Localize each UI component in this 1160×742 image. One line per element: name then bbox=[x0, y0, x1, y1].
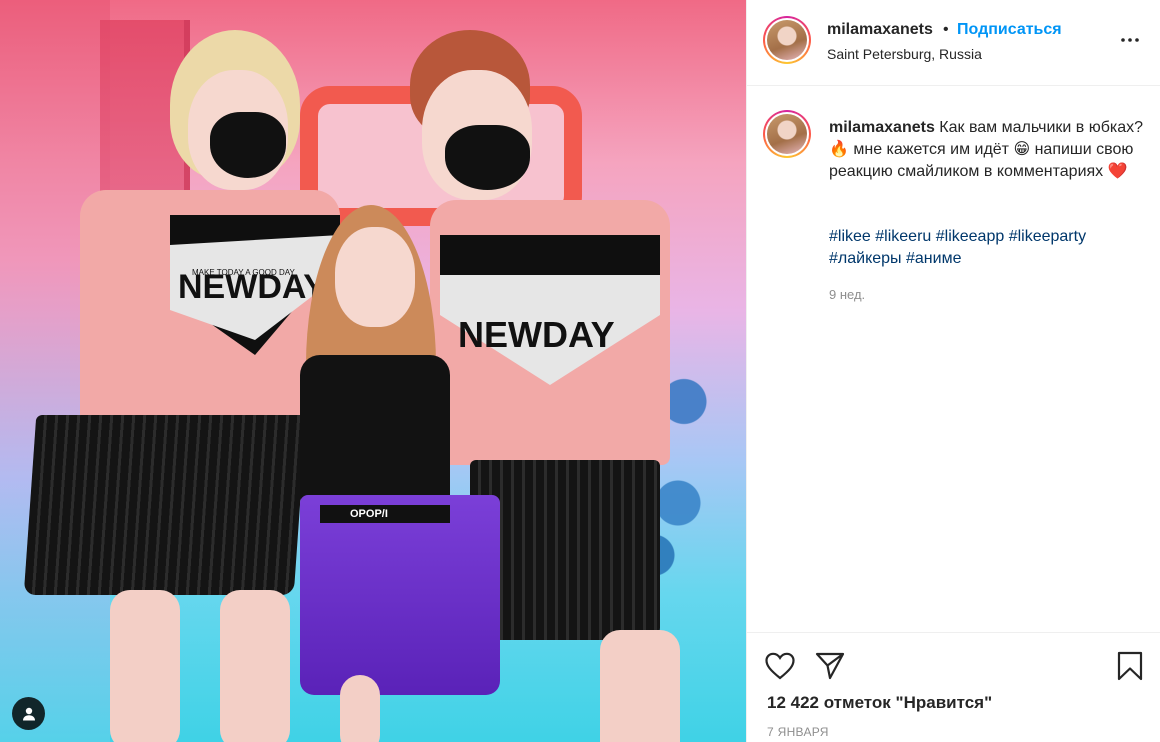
belt: OPOP/I bbox=[320, 505, 450, 523]
post-photo[interactable]: NEWDAY MAKE TODAY A GOOD DAY NEWDAY OPOP… bbox=[0, 0, 746, 742]
face-mask bbox=[210, 112, 286, 178]
post-date[interactable]: 7 ЯНВАРЯ bbox=[767, 725, 829, 739]
more-options-button[interactable] bbox=[1115, 28, 1145, 52]
caption-username[interactable]: milamaxanets bbox=[829, 119, 935, 136]
face-mask bbox=[445, 125, 530, 190]
location-link[interactable]: Saint Petersburg, Russia bbox=[827, 46, 982, 62]
action-bar: 12 422 отметок "Нравится" 7 ЯНВАРЯ bbox=[747, 632, 1160, 742]
tagged-users-button[interactable] bbox=[12, 697, 45, 730]
separator-dot: • bbox=[943, 21, 949, 38]
username-link[interactable]: milamaxanets bbox=[827, 21, 933, 39]
post-header: milamaxanets • Подписаться Saint Petersb… bbox=[747, 0, 1160, 86]
heart-icon bbox=[765, 652, 795, 680]
hashtag-link[interactable]: #likeeru bbox=[875, 228, 931, 245]
pleated-skirt bbox=[23, 415, 307, 595]
hashtag-list: #likee #likeeru #likeeapp #likeeparty #л… bbox=[829, 226, 1145, 270]
like-button[interactable] bbox=[763, 649, 797, 683]
purple-skirt bbox=[300, 495, 500, 695]
hashtag-link[interactable]: #likeeapp bbox=[936, 228, 1005, 245]
hashtag-link[interactable]: #likeeparty bbox=[1009, 228, 1086, 245]
more-dots-icon bbox=[1121, 38, 1139, 42]
likes-count[interactable]: 12 422 отметок "Нравится" bbox=[767, 693, 992, 713]
user-icon bbox=[22, 707, 35, 720]
person-girl: OPOP/I bbox=[280, 205, 520, 742]
paper-plane-icon bbox=[815, 652, 845, 680]
post-side-panel: milamaxanets • Подписаться Saint Petersb… bbox=[746, 0, 1160, 742]
avatar[interactable] bbox=[763, 16, 811, 64]
save-button[interactable] bbox=[1113, 649, 1147, 683]
caption-timestamp[interactable]: 9 нед. bbox=[829, 287, 865, 302]
caption: milamaxanets Как вам мальчики в юбках? 🔥… bbox=[829, 117, 1145, 183]
hashtag-link[interactable]: #аниме bbox=[906, 250, 961, 267]
bookmark-icon bbox=[1117, 651, 1143, 681]
hashtag-link[interactable]: #likee bbox=[829, 228, 871, 245]
follow-button[interactable]: Подписаться bbox=[957, 21, 1062, 39]
share-button[interactable] bbox=[813, 649, 847, 683]
hashtag-link[interactable]: #лайкеры bbox=[829, 250, 902, 267]
caption-avatar[interactable] bbox=[763, 110, 811, 158]
